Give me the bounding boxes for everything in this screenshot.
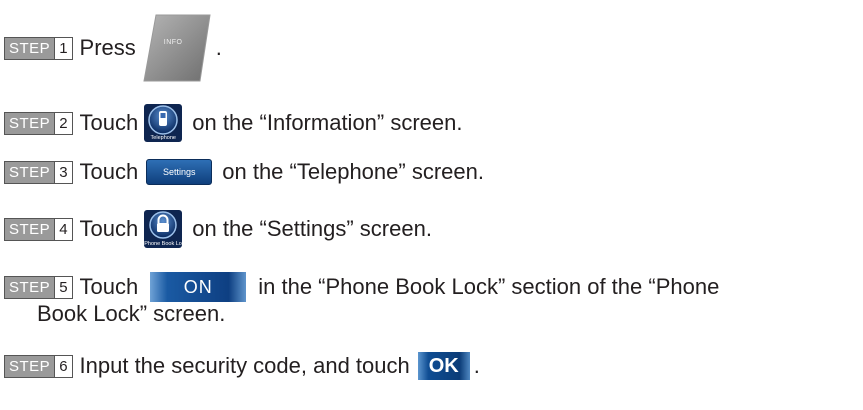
- step-label: STEP: [5, 112, 55, 134]
- step-text-before: Touch: [79, 159, 139, 184]
- telephone-button-label: Telephone: [150, 135, 176, 141]
- phone-book-lock-button-label: Phone Book Lock: [144, 241, 188, 247]
- step-number: 4: [54, 218, 72, 240]
- step-text-after: on the “Settings” screen.: [192, 216, 432, 241]
- step-4: STEP 4 Touch Phone Book Lock on the “Set…: [4, 210, 432, 248]
- step-text-after: in the “Phone Book Lock” section of the …: [258, 274, 720, 299]
- step-label: STEP: [5, 218, 55, 240]
- step-number: 1: [54, 37, 72, 59]
- info-button[interactable]: INFO: [142, 13, 212, 83]
- step-text-after: on the “Telephone” screen.: [222, 159, 484, 184]
- telephone-button[interactable]: Telephone: [144, 104, 183, 142]
- step-label: STEP: [5, 37, 55, 59]
- step-text-before: Press: [79, 35, 136, 60]
- step-6: STEP 6 Input the security code, and touc…: [4, 352, 480, 380]
- step-badge: STEP 3: [4, 160, 73, 184]
- step-text-after: .: [473, 353, 480, 378]
- step-label: STEP: [5, 161, 55, 183]
- step-label: STEP: [5, 276, 55, 298]
- step-text-before: Touch: [79, 216, 139, 241]
- step-text-before: Touch: [79, 110, 139, 135]
- step-badge: STEP 1: [4, 36, 73, 60]
- on-button[interactable]: ON: [150, 272, 247, 302]
- step-text-after: on the “Information” screen.: [192, 110, 463, 135]
- step-badge: STEP 6: [4, 354, 73, 378]
- step-1: STEP 1 Press INFO .: [4, 13, 222, 83]
- step-label: STEP: [5, 355, 55, 377]
- settings-button[interactable]: Settings: [146, 159, 213, 185]
- info-button-label: INFO: [163, 39, 183, 46]
- step-text-before: Input the security code, and touch: [79, 353, 410, 378]
- step-5-continuation: Book Lock” screen.: [37, 301, 226, 326]
- step-badge: STEP 5: [4, 275, 73, 299]
- step-number: 3: [54, 161, 72, 183]
- step-5: STEP 5 Touch ON in the “Phone Book Lock”…: [4, 272, 719, 302]
- step-number: 5: [54, 276, 72, 298]
- step-number: 2: [54, 112, 72, 134]
- step-2: STEP 2 Touch Telephone on the “Informati…: [4, 104, 463, 142]
- step-3: STEP 3 Touch Settings on the “Telephone”…: [4, 159, 484, 185]
- phone-book-lock-button[interactable]: Phone Book Lock: [144, 210, 188, 248]
- step-badge: STEP 4: [4, 217, 73, 241]
- step-number: 6: [54, 355, 72, 377]
- step-badge: STEP 2: [4, 111, 73, 135]
- ok-button[interactable]: OK: [417, 352, 470, 380]
- step-text-after: .: [215, 35, 222, 60]
- step-text-before: Touch: [79, 274, 139, 299]
